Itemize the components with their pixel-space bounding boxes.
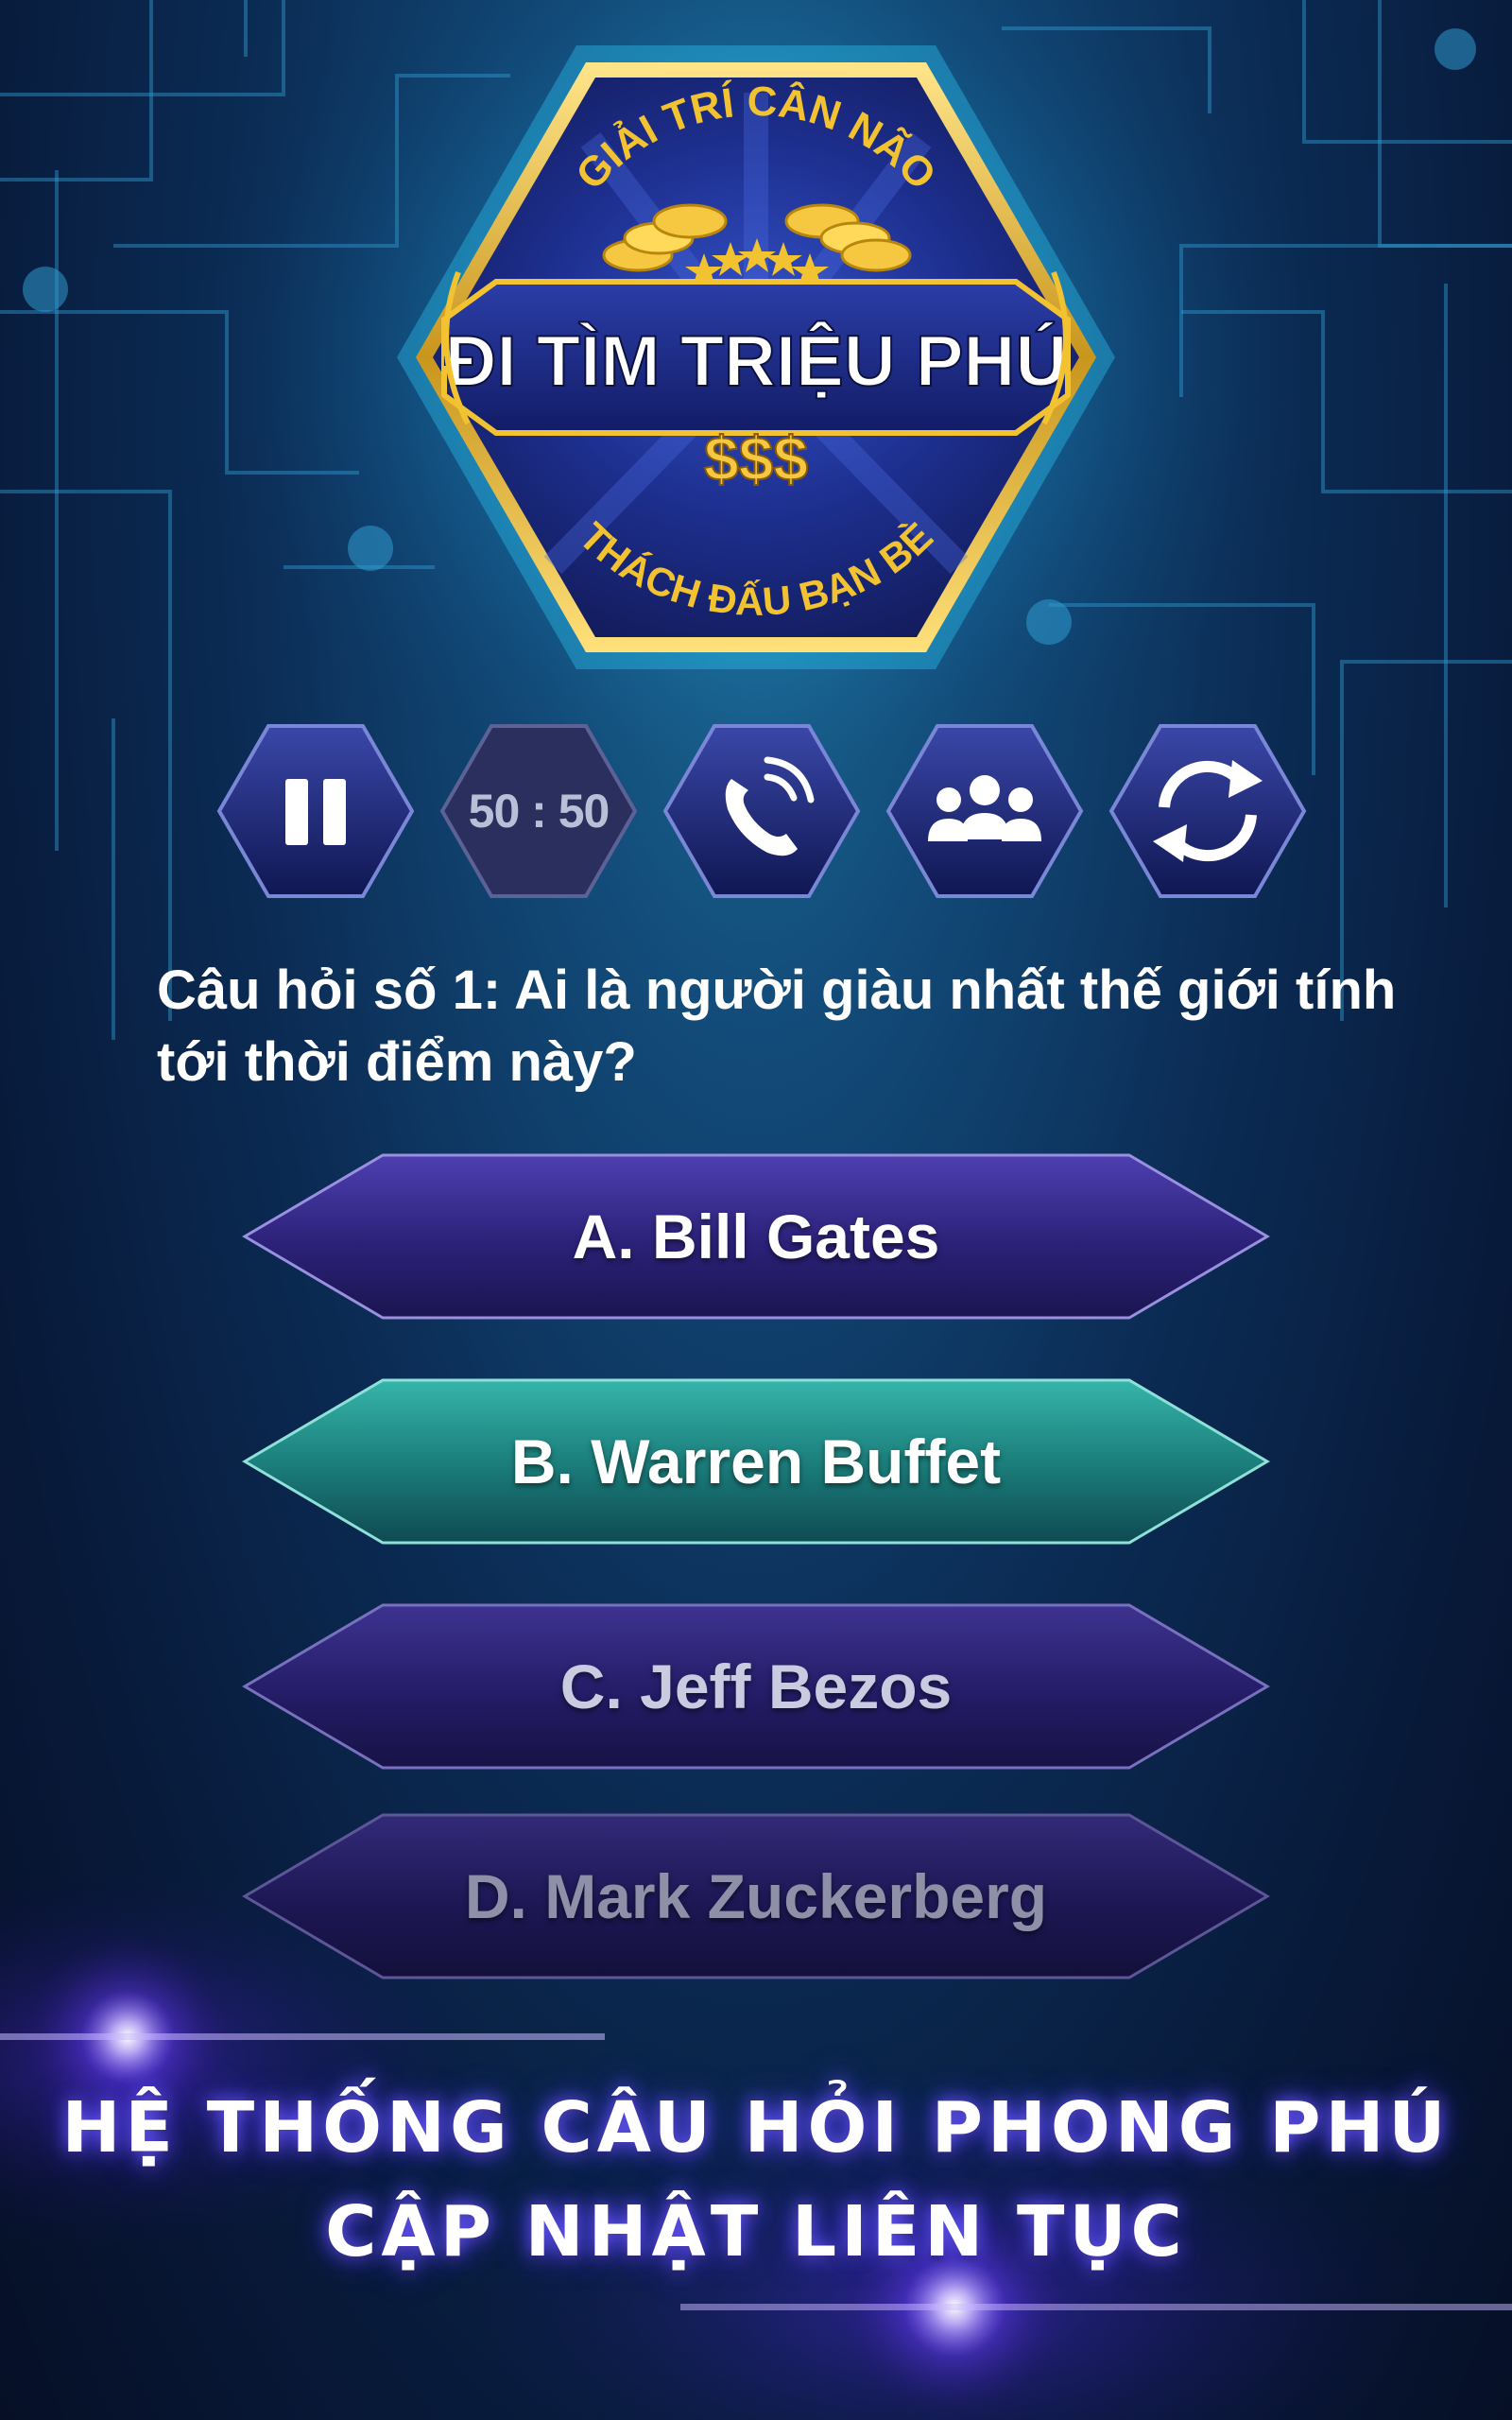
ask-audience-button[interactable] (885, 722, 1085, 900)
promo-line-2: CẬP NHẬT LIÊN TỤC (325, 2191, 1187, 2273)
fifty-fifty-button[interactable]: 50 : 50 (438, 722, 639, 900)
answer-d-label: D. Mark Zuckerberg (464, 1861, 1048, 1931)
refresh-icon (1108, 722, 1308, 900)
answer-a-button[interactable]: A. Bill Gates (241, 1151, 1271, 1322)
answer-d-button[interactable]: D. Mark Zuckerberg (241, 1811, 1271, 1981)
fifty-fifty-label: 50 : 50 (468, 785, 610, 838)
question-text: Câu hỏi số 1: Ai là người giàu nhất thế … (157, 959, 1397, 1093)
answer-c-label: C. Jeff Bezos (559, 1651, 953, 1721)
promo-line-1: HỆ THỐNG CÂU HỎI PHONG PHÚ (61, 2087, 1451, 2169)
pause-button[interactable] (215, 722, 416, 900)
pause-icon (215, 722, 416, 900)
answer-a-label: A. Bill Gates (572, 1201, 940, 1271)
answer-c-button[interactable]: C. Jeff Bezos (241, 1601, 1271, 1772)
phone-icon (662, 722, 862, 900)
call-friend-button[interactable] (662, 722, 862, 900)
answer-b-button[interactable]: B. Warren Buffet (241, 1376, 1271, 1547)
audience-icon (885, 722, 1085, 900)
switch-question-button[interactable] (1108, 722, 1308, 900)
logo-title: ĐI TÌM TRIỆU PHÚ (445, 320, 1068, 402)
game-logo: GIẢI TRÍ CÂN NÃO THÁCH ĐẤU BẠN BÈ ĐI TÌM… (397, 45, 1115, 669)
logo-currency: $$$ (704, 424, 808, 493)
answer-b-label: B. Warren Buffet (510, 1426, 1002, 1496)
